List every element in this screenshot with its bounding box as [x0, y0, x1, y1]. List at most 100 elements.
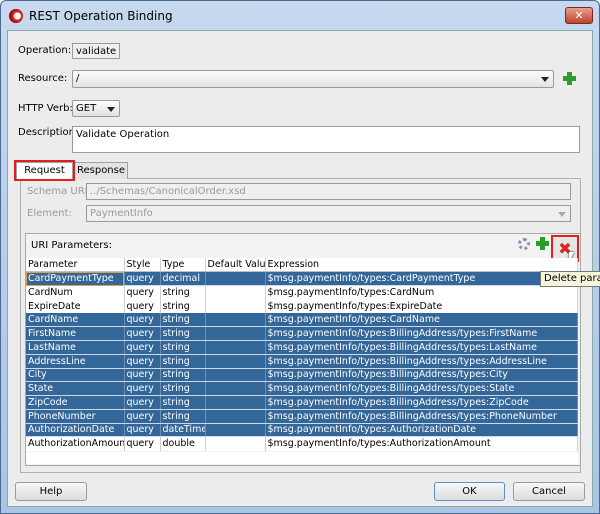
table-row[interactable]: ExpireDate query string $msg.paymentInfo/ty… — [26, 299, 578, 313]
table-cell[interactable]: query — [124, 354, 161, 369]
table-cell[interactable]: $msg.paymentInfo/types:ExpireDate — [265, 299, 578, 313]
table-cell[interactable]: State — [26, 381, 125, 396]
table-row[interactable]: PhoneNumber query string $msg.paymentInfo/t… — [26, 409, 578, 424]
table-cell[interactable]: ZipCode — [26, 395, 125, 410]
table-cell[interactable]: query — [124, 313, 161, 328]
table-cell[interactable] — [205, 368, 266, 383]
table-cell[interactable]: FirstName — [26, 326, 125, 341]
table-cell[interactable]: $msg.paymentInfo/types:BillingAddress/ty… — [265, 340, 578, 355]
table-cell[interactable] — [205, 271, 266, 286]
operation-field: validate — [72, 43, 120, 59]
table-cell[interactable]: $msg.paymentInfo/types:BillingAddress/ty… — [265, 381, 578, 396]
table-cell[interactable] — [205, 313, 266, 328]
description-input[interactable]: Validate Operation — [72, 126, 580, 153]
table-cell[interactable]: PhoneNumber — [26, 409, 125, 424]
table-row[interactable]: AuthorizationDate query dateTime $msg.payme… — [26, 423, 578, 438]
table-cell[interactable]: $msg.paymentInfo/types:BillingAddress/ty… — [265, 326, 578, 341]
table-cell[interactable] — [205, 285, 266, 300]
table-cell[interactable]: double — [160, 436, 206, 451]
column-header[interactable]: Default Value — [205, 258, 266, 273]
table-cell[interactable]: string — [160, 354, 206, 369]
table-cell[interactable]: query — [124, 436, 161, 451]
table-cell[interactable]: City — [26, 368, 125, 383]
table-cell[interactable]: query — [124, 409, 161, 424]
verb-select[interactable]: GET — [72, 100, 120, 117]
table-row[interactable]: CardNum query string $msg.paymentInfo/types… — [26, 285, 578, 300]
table-row[interactable]: CardPaymentType query decimal $msg.paymentI… — [26, 271, 578, 286]
table-row[interactable]: AddressLine query string $msg.paymentInfo/t… — [26, 354, 578, 369]
tab-response[interactable]: Response — [74, 162, 128, 179]
table-cell[interactable]: $msg.paymentInfo/types:BillingAddress/ty… — [265, 409, 578, 424]
table-cell[interactable]: query — [124, 326, 161, 341]
table-cell[interactable]: AuthorizationAmount — [26, 436, 125, 451]
add-parameter-icon[interactable] — [536, 237, 549, 250]
table-cell[interactable]: CardPaymentType — [26, 271, 125, 286]
table-cell[interactable]: ExpireDate — [26, 299, 125, 313]
table-cell[interactable]: $msg.paymentInfo/types:AuthorizationDate — [265, 423, 578, 438]
table-cell[interactable]: $msg.paymentInfo/types:CardNum — [265, 285, 578, 300]
table-cell[interactable] — [205, 381, 266, 396]
table-cell[interactable]: query — [124, 395, 161, 410]
table-cell[interactable]: string — [160, 409, 206, 424]
table-cell[interactable]: AddressLine — [26, 354, 125, 369]
table-cell[interactable]: string — [160, 340, 206, 355]
table-cell[interactable]: LastName — [26, 340, 125, 355]
table-cell[interactable]: $msg.paymentInfo/types:BillingAddress/ty… — [265, 354, 578, 369]
tab-request[interactable]: Request — [14, 160, 75, 181]
table-cell[interactable] — [205, 409, 266, 424]
add-resource-icon[interactable] — [563, 72, 576, 85]
table-cell[interactable]: query — [124, 423, 161, 438]
schema-url-field: ../Schemas/CanonicalOrder.xsd — [86, 183, 571, 200]
ok-button[interactable]: OK — [434, 482, 505, 501]
table-cell[interactable]: $msg.paymentInfo/types:AuthorizationAmou… — [265, 436, 578, 451]
table-row[interactable]: LastName query string $msg.paymentInfo/type… — [26, 340, 578, 355]
table-row[interactable]: State query string $msg.paymentInfo/types:B… — [26, 381, 578, 396]
table-row[interactable]: AuthorizationAmount query double $msg.payme… — [26, 436, 578, 451]
table-cell[interactable]: query — [124, 271, 161, 286]
table-cell[interactable]: $msg.paymentInfo/types:CardName — [265, 313, 578, 328]
chevron-down-icon — [107, 107, 115, 112]
table-cell[interactable] — [205, 326, 266, 341]
table-cell[interactable]: $msg.paymentInfo/types:BillingAddress/ty… — [265, 395, 578, 410]
cancel-button[interactable]: Cancel — [513, 482, 585, 501]
table-cell[interactable]: query — [124, 381, 161, 396]
column-header[interactable]: Parameter — [26, 258, 125, 273]
table-row[interactable]: ZipCode query string $msg.paymentInfo/types… — [26, 395, 578, 410]
table-cell[interactable]: $msg.paymentInfo/types:BillingAddress/ty… — [265, 368, 578, 383]
table-cell[interactable]: query — [124, 285, 161, 300]
app-icon — [9, 9, 23, 23]
table-cell[interactable]: string — [160, 381, 206, 396]
table-cell[interactable] — [205, 354, 266, 369]
table-cell[interactable]: CardName — [26, 313, 125, 328]
element-select: PaymentInfo — [86, 205, 571, 222]
column-header[interactable]: Type — [160, 258, 206, 273]
column-header[interactable]: Expression — [265, 258, 578, 273]
resource-combo[interactable]: / — [72, 70, 554, 88]
table-cell[interactable]: $msg.paymentInfo/types:CardPaymentType — [265, 271, 578, 286]
table-cell[interactable]: string — [160, 326, 206, 341]
table-row[interactable]: CardName query string $msg.paymentInfo/type… — [26, 313, 578, 328]
table-cell[interactable]: decimal — [160, 271, 206, 286]
table-cell[interactable]: AuthorizationDate — [26, 423, 125, 438]
table-cell[interactable]: CardNum — [26, 285, 125, 300]
table-cell[interactable]: string — [160, 313, 206, 328]
table-row[interactable]: FirstName query string $msg.paymentInfo/typ… — [26, 326, 578, 341]
table-cell[interactable]: string — [160, 299, 206, 313]
column-header[interactable]: Style — [124, 258, 161, 273]
table-cell[interactable] — [205, 340, 266, 355]
table-cell[interactable]: string — [160, 368, 206, 383]
table-cell[interactable] — [205, 423, 266, 438]
gear-icon[interactable] — [518, 238, 530, 250]
table-row[interactable]: City query string $msg.paymentInfo/types:Bi… — [26, 368, 578, 383]
table-cell[interactable]: string — [160, 285, 206, 300]
table-cell[interactable]: dateTime — [160, 423, 206, 438]
help-button[interactable]: Help — [15, 482, 87, 501]
table-cell[interactable]: string — [160, 395, 206, 410]
table-cell[interactable] — [205, 436, 266, 451]
close-button[interactable]: ✕ — [565, 7, 593, 24]
table-cell[interactable]: query — [124, 299, 161, 313]
table-cell[interactable] — [205, 299, 266, 313]
table-cell[interactable]: query — [124, 340, 161, 355]
table-cell[interactable] — [205, 395, 266, 410]
table-cell[interactable]: query — [124, 368, 161, 383]
